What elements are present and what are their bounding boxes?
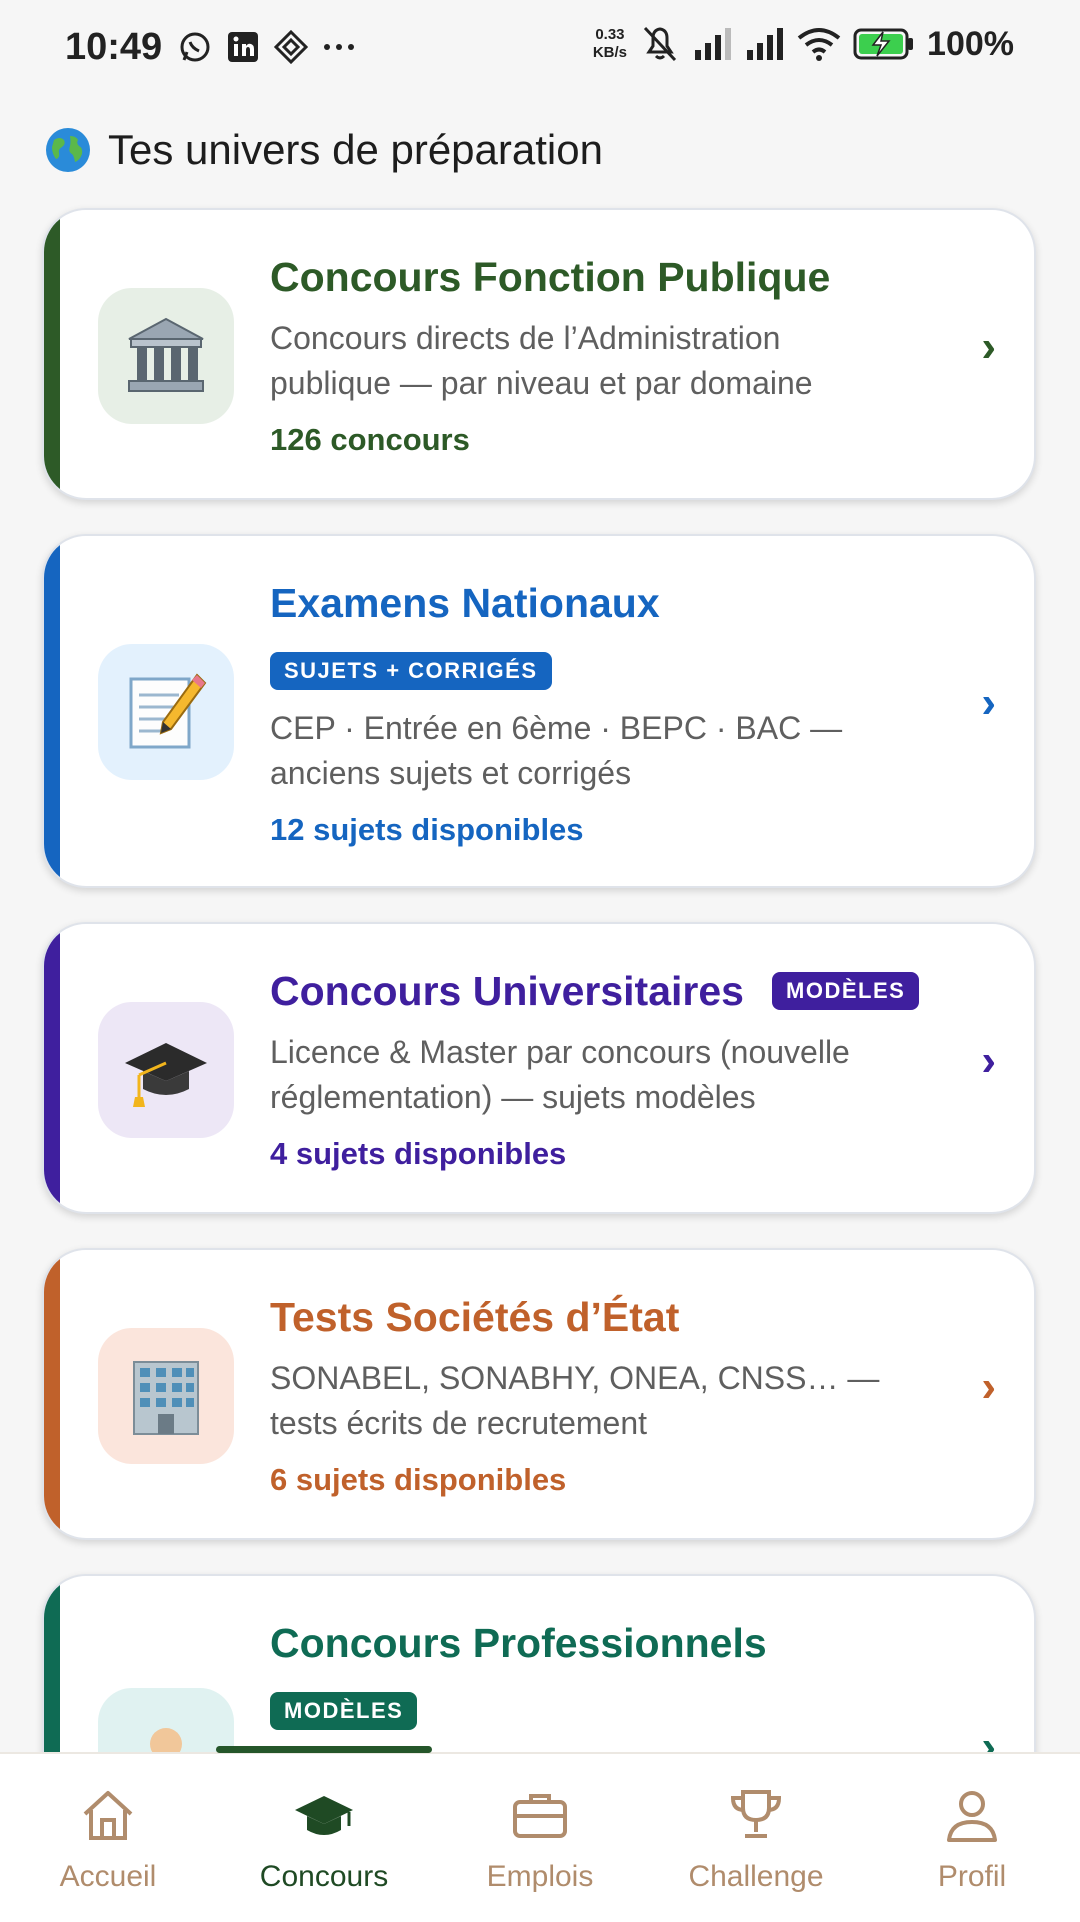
card-description: CEP · Entrée en 6ème · BEPC · BAC — anci… [270,710,843,791]
card-badge: SUJETS + CORRIGÉS [270,652,552,690]
battery-charging-icon [853,28,914,60]
nav-active-indicator [216,1746,432,1753]
card-concours-universitaires[interactable]: Concours Universitaires MODÈLES Licence … [42,922,1036,1214]
user-icon [947,1791,997,1842]
chevron-right-icon: › [981,678,996,727]
card-title: Concours Professionnels [270,1620,767,1666]
card-fonction-publique[interactable]: Concours Fonction Publique Concours dire… [42,208,1036,500]
nav-label: Profil [937,1860,1007,1893]
card-badge: MODÈLES [772,972,920,1010]
card-description: Licence & Master par concours (nouvelle … [270,1034,850,1115]
card-count: 6 sujets disponibles [270,1462,567,1497]
memo-pencil-icon [129,673,207,749]
app-icon [274,30,308,64]
card-count: 12 sujets disponibles [270,812,584,847]
nav-item-emplois[interactable]: Emplois [432,1754,648,1922]
card-title: Tests Sociétés d’État [270,1294,680,1340]
card-title: Examens Nationaux [270,580,660,626]
signal-icon [695,28,732,60]
mute-icon [643,26,677,62]
whatsapp-icon [180,32,210,62]
graduation-cap-icon [295,1796,353,1835]
nav-label: Accueil [59,1860,157,1893]
card-count: 4 sujets disponibles [270,1136,567,1171]
card-accent [44,210,60,498]
signal-icon [747,28,784,60]
card-accent [44,924,60,1212]
nav-label: Emplois [486,1860,594,1893]
status-bar: 10:49 0.33 KB/s 100% [0,0,1080,100]
card-title: Concours Universitaires [270,968,744,1014]
linkedin-icon [228,32,258,62]
card-description: SONABEL, SONABHY, ONEA, CNSS… — tests éc… [270,1360,880,1441]
trophy-icon [730,1790,782,1838]
briefcase-icon [513,1794,567,1838]
globe-icon [46,128,90,172]
bottom-navigation: Accueil Concours Emplois Challenge Profi… [0,1746,1080,1922]
card-description: Concours directs de l’Administration pub… [270,320,813,401]
nav-item-concours[interactable]: Concours [216,1754,432,1922]
nav-item-accueil[interactable]: Accueil [0,1754,216,1922]
battery-percent: 100% [927,24,1014,63]
card-icon-box [98,1328,234,1464]
card-examens-nationaux[interactable]: Examens Nationaux SUJETS + CORRIGÉS CEP … [42,534,1036,888]
more-dots-icon [324,44,354,50]
card-count: 126 concours [270,422,470,457]
section-title: Tes univers de préparation [108,126,603,173]
wifi-icon [797,28,841,61]
home-icon [83,1791,133,1840]
card-badge: MODÈLES [270,1692,418,1730]
nav-label: Challenge [688,1860,824,1893]
card-accent [44,1250,60,1538]
nav-label: Concours [259,1860,389,1893]
status-time: 10:49 [65,26,163,68]
section-header: Tes univers de préparation [44,126,603,174]
office-building-icon [133,1361,199,1435]
chevron-right-icon: › [981,322,996,371]
notification-icons [178,30,356,64]
system-icons: 0.33 KB/s 100% [593,24,1014,64]
government-building-icon [128,317,204,392]
nav-item-profil[interactable]: Profil [864,1754,1080,1922]
nav-item-challenge[interactable]: Challenge [648,1754,864,1922]
card-icon-box [98,1002,234,1138]
card-icon-box [98,288,234,424]
card-tests-societes-etat[interactable]: Tests Sociétés d’État SONABEL, SONABHY, … [42,1248,1036,1540]
card-accent [44,536,60,886]
graduation-cap-icon [125,1043,207,1107]
card-icon-box [98,644,234,780]
card-title: Concours Fonction Publique [270,254,831,300]
network-speed: 0.33 KB/s [592,26,628,61]
chevron-right-icon: › [981,1036,996,1085]
chevron-right-icon: › [981,1362,996,1411]
